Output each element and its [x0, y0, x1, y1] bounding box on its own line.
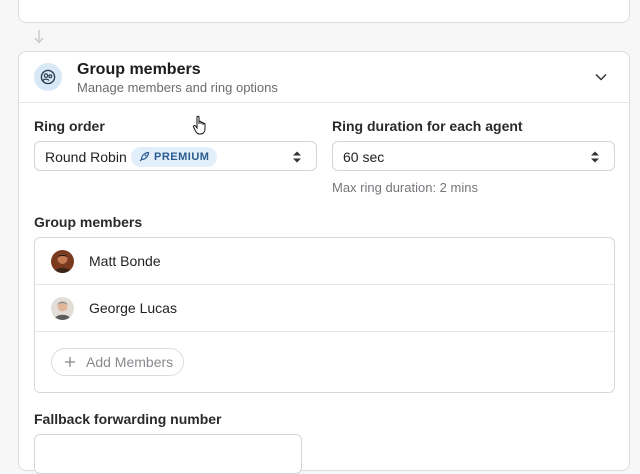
group-members-card: Group members Manage members and ring op… — [18, 51, 630, 474]
rocket-icon — [139, 151, 150, 162]
member-name: George Lucas — [89, 300, 177, 316]
group-icon — [34, 63, 62, 91]
fallback-label: Fallback forwarding number — [34, 411, 222, 427]
premium-badge: PREMIUM — [131, 147, 218, 167]
select-arrows-icon — [591, 151, 599, 163]
add-members-label: Add Members — [86, 354, 174, 370]
avatar — [51, 250, 74, 273]
avatar — [51, 297, 74, 320]
group-members-header[interactable]: Group members Manage members and ring op… — [19, 52, 629, 103]
select-arrows-icon — [293, 151, 301, 163]
premium-badge-label: PREMIUM — [154, 151, 210, 163]
plus-icon — [65, 357, 75, 367]
fallback-number-input[interactable] — [34, 434, 302, 474]
ring-order-label: Ring order — [34, 118, 105, 134]
ring-order-select[interactable]: Round Robin PREMIUM — [34, 141, 317, 171]
section-subtitle: Manage members and ring options — [77, 80, 278, 95]
members-list: Matt Bonde George Lucas Add Members — [34, 237, 615, 393]
member-row[interactable]: George Lucas — [35, 285, 614, 332]
ring-duration-select[interactable]: 60 sec — [332, 141, 615, 171]
group-members-label: Group members — [34, 214, 143, 230]
arrow-down-icon — [34, 30, 44, 44]
section-title: Group members — [77, 61, 201, 78]
add-members-button[interactable]: Add Members — [51, 348, 184, 376]
chevron-down-icon[interactable] — [594, 70, 608, 84]
ring-duration-helper: Max ring duration: 2 mins — [332, 180, 478, 195]
member-row[interactable]: Matt Bonde — [35, 238, 614, 285]
ring-order-value: Round Robin — [45, 149, 127, 165]
hand-cursor-icon — [192, 115, 206, 135]
ring-duration-label: Ring duration for each agent — [332, 118, 523, 134]
previous-step-card — [18, 0, 630, 23]
member-name: Matt Bonde — [89, 253, 161, 269]
ring-duration-value: 60 sec — [343, 149, 385, 165]
